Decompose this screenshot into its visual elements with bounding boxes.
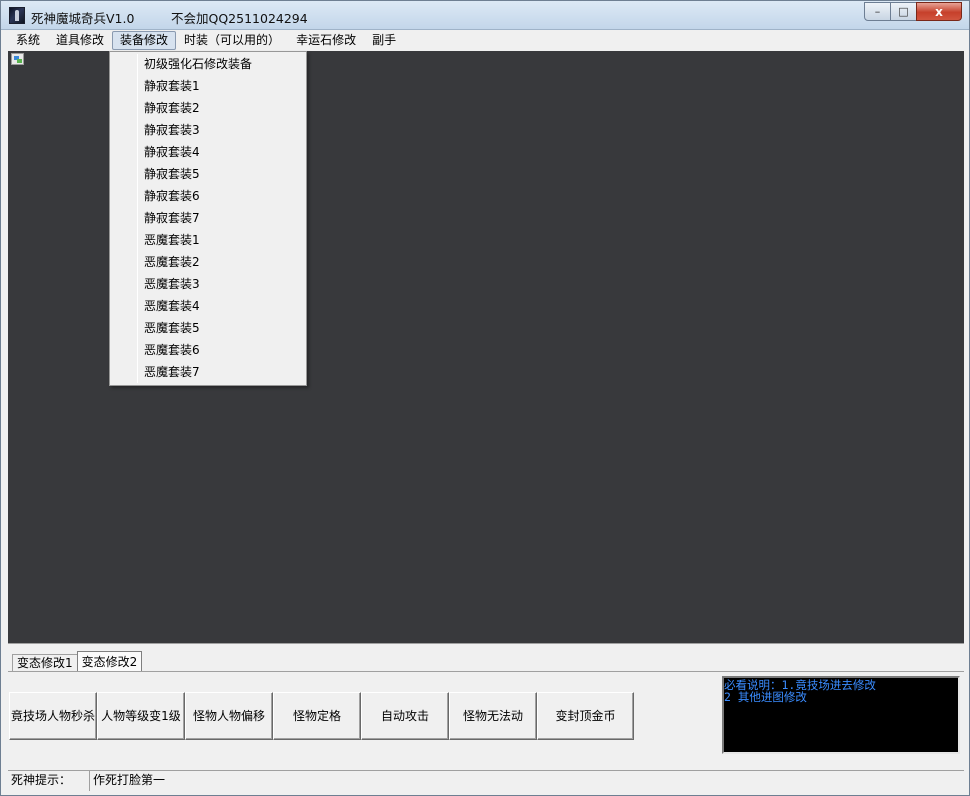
status-value: 作死打脸第一 bbox=[93, 773, 166, 787]
menu-offhand[interactable]: 副手 bbox=[364, 31, 404, 50]
dropdown-item-demon-7[interactable]: 恶魔套装7 bbox=[112, 361, 304, 383]
menu-bar: 系统 道具修改 装备修改 时装（可以用的） 幸运石修改 副手 bbox=[8, 30, 964, 51]
window-title-note: 不会加QQ2511024294 bbox=[171, 11, 308, 26]
app-icon bbox=[9, 7, 25, 24]
menu-system[interactable]: 系统 bbox=[8, 31, 48, 50]
maximize-button[interactable]: □ bbox=[890, 2, 917, 21]
auto-attack-button[interactable]: 自动攻击 bbox=[361, 692, 449, 740]
minimize-icon: – bbox=[874, 5, 881, 18]
tab-mod-1[interactable]: 变态修改1 bbox=[12, 654, 78, 672]
menu-equipment[interactable]: 装备修改 bbox=[112, 31, 177, 50]
dropdown-item-demon-4[interactable]: 恶魔套装4 bbox=[112, 295, 304, 317]
arena-instakill-button[interactable]: 竟技场人物秒杀 bbox=[9, 692, 97, 740]
dropdown-item-silence-4[interactable]: 静寂套装4 bbox=[112, 141, 304, 163]
dropdown-item-enhance-stone[interactable]: 初级强化石修改装备 bbox=[112, 53, 304, 75]
auto-attack-label: 自动攻击 bbox=[380, 708, 429, 723]
tab-strip: 变态修改1 变态修改2 bbox=[12, 651, 143, 672]
minimize-button[interactable]: – bbox=[864, 2, 891, 21]
menu-fashion[interactable]: 时装（可以用的） bbox=[176, 31, 288, 50]
dropdown-item-silence-2[interactable]: 静寂套装2 bbox=[112, 97, 304, 119]
monster-immobile-button[interactable]: 怪物无法动 bbox=[449, 692, 537, 740]
tab-divider bbox=[8, 671, 964, 672]
status-bar: 死神提示： 作死打脸第一 bbox=[8, 770, 964, 791]
notice-line-2: 2 其他进图修改 bbox=[724, 690, 807, 704]
equipment-dropdown-menu: 初级强化石修改装备 静寂套装1 静寂套装2 静寂套装3 静寂套装4 静寂套装5 … bbox=[109, 51, 307, 386]
monster-freeze-button[interactable]: 怪物定格 bbox=[273, 692, 361, 740]
arena-instakill-label: 竟技场人物秒杀 bbox=[10, 708, 95, 723]
window-controls: – □ x bbox=[864, 2, 962, 21]
button-row: 竟技场人物秒杀 人物等级变1级 怪物人物偏移 怪物定格 自动攻击 怪物无法动 变… bbox=[9, 692, 634, 740]
max-gold-button[interactable]: 变封顶金币 bbox=[537, 692, 634, 740]
close-button[interactable]: x bbox=[916, 2, 962, 21]
dropdown-item-demon-1[interactable]: 恶魔套装1 bbox=[112, 229, 304, 251]
notice-textbox[interactable]: 必看说明：1.竟技场进去修改 2 其他进图修改 bbox=[722, 676, 960, 754]
broken-image-icon bbox=[11, 53, 24, 65]
window-title: 死神魔城奇兵V1.0 bbox=[31, 11, 135, 26]
app-window: 死神魔城奇兵V1.0 不会加QQ2511024294 – □ x 系统 道具修改… bbox=[0, 0, 970, 796]
menu-lucky-stone[interactable]: 幸运石修改 bbox=[288, 31, 364, 50]
level-to-1-button[interactable]: 人物等级变1级 bbox=[97, 692, 185, 740]
dropdown-item-silence-1[interactable]: 静寂套装1 bbox=[112, 75, 304, 97]
dropdown-item-silence-6[interactable]: 静寂套装6 bbox=[112, 185, 304, 207]
level-to-1-label: 人物等级变1级 bbox=[101, 708, 181, 723]
monster-freeze-label: 怪物定格 bbox=[292, 708, 341, 723]
dropdown-item-silence-7[interactable]: 静寂套装7 bbox=[112, 207, 304, 229]
tab-mod-2[interactable]: 变态修改2 bbox=[76, 651, 143, 672]
monster-immobile-label: 怪物无法动 bbox=[462, 708, 523, 723]
menu-item-props[interactable]: 道具修改 bbox=[48, 31, 112, 50]
monster-offset-label: 怪物人物偏移 bbox=[192, 708, 265, 723]
status-label: 死神提示： bbox=[8, 771, 90, 791]
dropdown-item-demon-3[interactable]: 恶魔套装3 bbox=[112, 273, 304, 295]
dropdown-item-silence-3[interactable]: 静寂套装3 bbox=[112, 119, 304, 141]
monster-offset-button[interactable]: 怪物人物偏移 bbox=[185, 692, 273, 740]
dropdown-item-silence-5[interactable]: 静寂套装5 bbox=[112, 163, 304, 185]
dropdown-item-demon-5[interactable]: 恶魔套装5 bbox=[112, 317, 304, 339]
tab-panel: 变态修改1 变态修改2 竟技场人物秒杀 人物等级变1级 怪物人物偏移 怪物定格 … bbox=[8, 643, 964, 763]
maximize-icon: □ bbox=[898, 5, 909, 18]
title-bar[interactable]: 死神魔城奇兵V1.0 不会加QQ2511024294 – □ x bbox=[1, 1, 969, 30]
dropdown-item-demon-2[interactable]: 恶魔套装2 bbox=[112, 251, 304, 273]
close-icon: x bbox=[935, 4, 943, 19]
max-gold-label: 变封顶金币 bbox=[555, 708, 616, 723]
dropdown-item-demon-6[interactable]: 恶魔套装6 bbox=[112, 339, 304, 361]
